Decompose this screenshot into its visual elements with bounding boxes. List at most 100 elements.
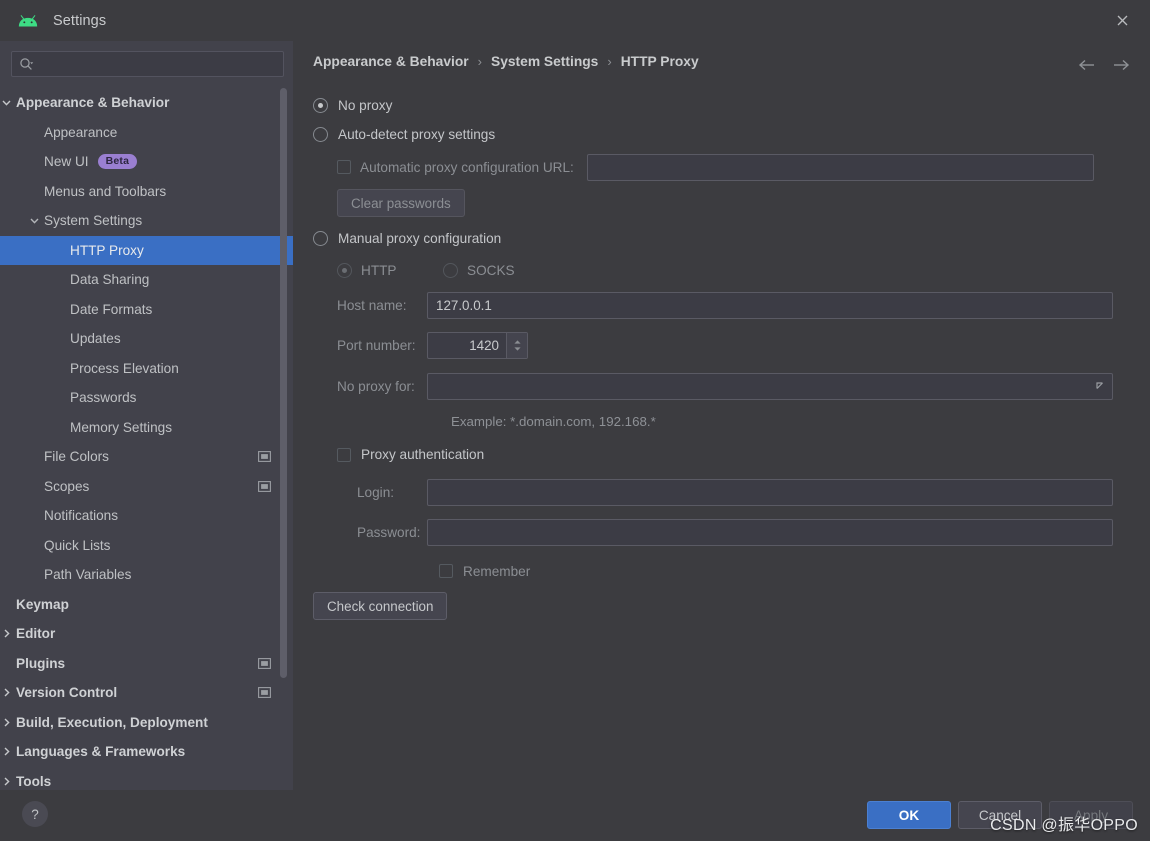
sidebar-item-languages-frameworks[interactable]: Languages & Frameworks: [0, 737, 293, 767]
sidebar-item-appearance[interactable]: Appearance: [0, 118, 293, 148]
ok-button[interactable]: OK: [867, 801, 951, 829]
sidebar-item-build-execution-deployment[interactable]: Build, Execution, Deployment: [0, 708, 293, 738]
sidebar-item-scopes[interactable]: Scopes: [0, 472, 293, 502]
sidebar-item-path-variables[interactable]: Path Variables: [0, 560, 293, 590]
arrow-right-glyph: [1114, 59, 1130, 71]
breadcrumb-crumb[interactable]: Appearance & Behavior: [313, 54, 469, 69]
sidebar-scrollbar-thumb[interactable]: [280, 88, 287, 678]
panel-config-icon[interactable]: [258, 687, 271, 699]
sidebar-item-memory-settings[interactable]: Memory Settings: [0, 413, 293, 443]
sidebar-item-date-formats[interactable]: Date Formats: [0, 295, 293, 325]
sidebar-item-passwords[interactable]: Passwords: [0, 383, 293, 413]
sidebar-item-version-control[interactable]: Version Control: [0, 678, 293, 708]
search-box[interactable]: [11, 51, 284, 77]
arrow-right-icon[interactable]: [1110, 54, 1132, 76]
sidebar-item-process-elevation[interactable]: Process Elevation: [0, 354, 293, 384]
port-number-input[interactable]: [428, 333, 506, 358]
sidebar-item-file-colors[interactable]: File Colors: [0, 442, 293, 472]
search-input[interactable]: [34, 56, 283, 72]
host-name-label: Host name:: [337, 297, 407, 313]
spinner-up-icon[interactable]: [513, 340, 521, 344]
check-connection-button[interactable]: Check connection: [313, 592, 448, 620]
sidebar-item-notifications[interactable]: Notifications: [0, 501, 293, 531]
sidebar-item-http-proxy[interactable]: HTTP Proxy: [0, 235, 293, 265]
auto-config-url-checkbox[interactable]: [337, 160, 351, 174]
sidebar-item-menus-and-toolbars[interactable]: Menus and Toolbars: [0, 177, 293, 207]
panel-config-icon[interactable]: [258, 657, 271, 669]
sidebar-item-editor[interactable]: Editor: [0, 619, 293, 649]
search-area: [0, 41, 293, 77]
login-input[interactable]: [427, 478, 1113, 506]
spinner-down-icon[interactable]: [513, 347, 521, 351]
panel-config-icon[interactable]: [258, 451, 271, 463]
manual-proxy-radio[interactable]: [313, 231, 328, 246]
socks-label: SOCKS: [467, 262, 515, 278]
proxy-form: No proxy Auto-detect proxy settings Auto…: [313, 91, 1133, 623]
sidebar-item-updates[interactable]: Updates: [0, 324, 293, 354]
chevron-down-icon[interactable]: [0, 96, 13, 109]
sidebar-item-label: Appearance & Behavior: [16, 95, 170, 111]
sidebar-item-keymap[interactable]: Keymap: [0, 590, 293, 620]
sidebar-item-label: Updates: [70, 331, 121, 347]
manual-proxy-row[interactable]: Manual proxy configuration: [313, 222, 1133, 255]
settings-tree: Appearance & Behavior Appearance New UI Bet…: [0, 88, 293, 788]
port-spinner-buttons[interactable]: [506, 333, 527, 358]
breadcrumb-crumb[interactable]: System Settings: [491, 54, 598, 69]
help-button[interactable]: ?: [22, 801, 48, 827]
sidebar-item-label: Editor: [16, 626, 56, 642]
sidebar-item-tools[interactable]: Tools: [0, 767, 293, 788]
sidebar-item-label: Memory Settings: [70, 419, 172, 435]
chevron-right-icon[interactable]: [0, 686, 13, 699]
sidebar-item-label: New UI: [44, 154, 89, 170]
breadcrumb-crumb[interactable]: HTTP Proxy: [621, 54, 699, 69]
sidebar-item-label: Keymap: [16, 596, 69, 612]
http-label: HTTP: [361, 262, 397, 278]
sidebar-item-data-sharing[interactable]: Data Sharing: [0, 265, 293, 295]
sidebar-item-system-settings[interactable]: System Settings: [0, 206, 293, 236]
chevron-down-icon[interactable]: [28, 214, 41, 227]
sidebar-item-appearance-behavior[interactable]: Appearance & Behavior: [0, 88, 293, 118]
clear-passwords-button[interactable]: Clear passwords: [337, 189, 465, 217]
socks-radio[interactable]: [443, 262, 458, 278]
remember-checkbox[interactable]: [439, 564, 453, 578]
watermark: CSDN @振华OPPO: [990, 817, 1138, 834]
port-number-spinner[interactable]: [427, 332, 528, 359]
auto-detect-row[interactable]: Auto-detect proxy settings: [313, 119, 1133, 150]
auto-config-url-input[interactable]: [586, 153, 1094, 181]
no-proxy-row[interactable]: No proxy: [313, 91, 1133, 119]
close-icon[interactable]: [1108, 7, 1136, 33]
auto-detect-radio[interactable]: [313, 127, 328, 142]
proxy-authentication-checkbox[interactable]: [337, 447, 351, 462]
chevron-right-icon[interactable]: [0, 627, 13, 640]
no-proxy-radio[interactable]: [313, 97, 328, 113]
host-name-input[interactable]: [427, 291, 1113, 319]
settings-dialog: Settings Appearance & Behavior Appearance…: [0, 0, 1150, 841]
password-input[interactable]: [427, 519, 1113, 546]
sidebar-item-quick-lists[interactable]: Quick Lists: [0, 531, 293, 561]
chevron-right-icon[interactable]: [0, 775, 13, 788]
arrow-left-glyph: [1078, 59, 1094, 71]
auto-detect-label: Auto-detect proxy settings: [338, 127, 496, 142]
breadcrumb: Appearance & Behavior › System Settings › HT…: [313, 54, 699, 69]
arrow-left-icon[interactable]: [1076, 54, 1098, 76]
auto-config-url-label: Automatic proxy configuration URL:: [360, 159, 574, 175]
sidebar-item-label: Version Control: [16, 685, 118, 701]
chevron-right-icon[interactable]: [0, 745, 13, 758]
sidebar-item-label: Date Formats: [70, 301, 153, 317]
no-proxy-label: No proxy: [338, 97, 393, 113]
http-radio[interactable]: [337, 262, 352, 278]
chevron-right-icon[interactable]: [0, 716, 13, 729]
remember-label: Remember: [463, 563, 531, 579]
no-proxy-for-row: No proxy for:: [313, 366, 1133, 406]
example-hint: Example: *.domain.com, 192.168.*: [451, 414, 656, 429]
sidebar-item-label: Menus and Toolbars: [44, 183, 167, 199]
expand-icon[interactable]: [1093, 379, 1107, 393]
no-proxy-for-input[interactable]: [427, 372, 1113, 400]
sidebar-scrollbar-track[interactable]: [280, 88, 290, 788]
sidebar-item-label: Passwords: [70, 390, 137, 406]
sidebar-item-plugins[interactable]: Plugins: [0, 649, 293, 679]
settings-content: Appearance & Behavior › System Settings › HT…: [294, 41, 1150, 790]
example-hint-row: Example: *.domain.com, 192.168.*: [313, 406, 1133, 437]
sidebar-item-new-ui[interactable]: New UI Beta: [0, 147, 293, 177]
panel-config-icon[interactable]: [258, 480, 271, 492]
